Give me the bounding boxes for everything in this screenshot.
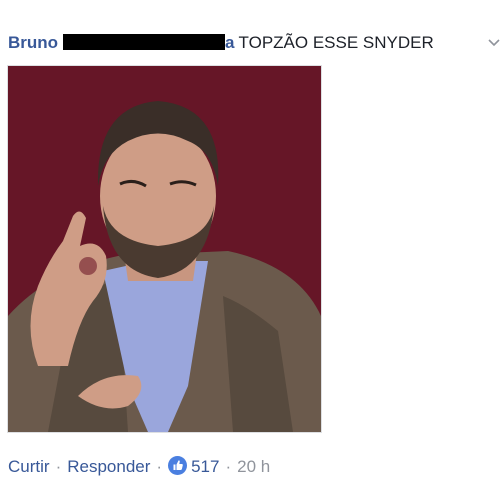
redaction-bar bbox=[63, 34, 226, 50]
comment-timestamp[interactable]: 20 h bbox=[237, 457, 270, 476]
comment-header: Bruno a TOPZÃO ESSE SNYDER bbox=[8, 32, 501, 54]
comment-photo[interactable] bbox=[7, 65, 322, 433]
thumbs-up-icon[interactable] bbox=[168, 456, 188, 475]
separator-dot: · bbox=[55, 457, 62, 476]
separator-dot: · bbox=[225, 457, 232, 476]
comment: Bruno a TOPZÃO ESSE SNYDER Curtir · Resp… bbox=[0, 0, 501, 501]
comment-text: TOPZÃO ESSE SNYDER bbox=[238, 33, 434, 52]
reply-action-link[interactable]: Responder bbox=[67, 457, 150, 476]
author-name-tail[interactable]: a bbox=[225, 33, 234, 52]
chevron-down-icon[interactable] bbox=[487, 36, 501, 50]
comment-actions: Curtir · Responder · 517 · 20 h bbox=[8, 456, 270, 478]
reaction-count[interactable]: 517 bbox=[191, 457, 219, 476]
separator-dot: · bbox=[156, 457, 163, 476]
author-name-link[interactable]: Bruno bbox=[8, 33, 58, 52]
like-action-link[interactable]: Curtir bbox=[8, 457, 50, 476]
